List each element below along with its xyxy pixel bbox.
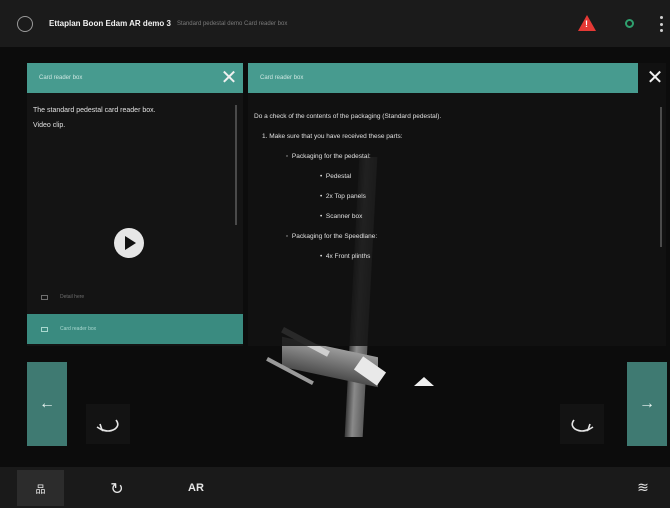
app-title: Ettaplan Boon Edam AR demo 3 xyxy=(49,19,171,28)
ar-mode-button[interactable]: AR xyxy=(181,470,211,506)
breadcrumb[interactable]: Standard pedestal demo Card reader box xyxy=(177,21,287,27)
close-video-panel-button[interactable]: ✕ xyxy=(218,66,240,88)
more-options-icon[interactable] xyxy=(660,16,664,32)
rotate-right-icon xyxy=(571,419,594,432)
bottom-toolbar: 品 ↻ AR ≋ xyxy=(0,467,670,508)
list-item-label: Card reader box xyxy=(60,326,97,332)
layers-icon[interactable]: ≋ xyxy=(628,470,658,506)
video-panel-description: The standard pedestal card reader box. V… xyxy=(27,93,243,133)
instruction-intro: Do a check of the contents of the packag… xyxy=(254,113,442,120)
video-panel: Card reader box The standard pedestal ca… xyxy=(27,63,243,346)
instruction-item: • 4x Front plinths xyxy=(320,253,371,260)
instruction-item: • Pedestal xyxy=(320,173,352,180)
rotate-left-button[interactable] xyxy=(86,404,130,444)
rotate-left-icon xyxy=(96,419,119,432)
pedestal-model-panel xyxy=(414,377,434,386)
rotate-right-button[interactable] xyxy=(560,404,604,444)
scrollbar[interactable] xyxy=(235,105,237,225)
video-icon xyxy=(41,294,48,300)
description-line: The standard pedestal card reader box. xyxy=(33,107,156,114)
video-icon xyxy=(41,326,48,332)
reset-icon[interactable]: ↻ xyxy=(102,470,132,506)
instruction-item: • Scanner box xyxy=(320,213,363,220)
description-line: Video clip. xyxy=(33,122,66,129)
play-icon[interactable] xyxy=(114,228,144,258)
warning-icon[interactable] xyxy=(578,15,596,31)
video-panel-header: Card reader box xyxy=(27,63,243,93)
list-item-label: Detail here xyxy=(60,294,85,300)
app-icon[interactable] xyxy=(17,15,33,32)
sites-icon[interactable]: 品 xyxy=(17,470,64,506)
close-instruction-panel-button[interactable]: ✕ xyxy=(644,66,666,88)
top-bar: Ettaplan Boon Edam AR demo 3 Standard pe… xyxy=(0,0,670,47)
next-step-button[interactable]: → xyxy=(627,362,667,446)
list-item[interactable]: Detail here xyxy=(27,282,243,312)
scrollbar[interactable] xyxy=(660,107,662,247)
instruction-step: 1. Make sure that you have received thes… xyxy=(262,133,403,140)
instruction-group: ◦ Packaging for the pedestal: xyxy=(286,153,371,160)
status-icon[interactable] xyxy=(625,19,634,28)
instruction-panel-header: Card reader box xyxy=(248,63,638,93)
instruction-group: ◦ Packaging for the Speedlane: xyxy=(286,233,378,240)
previous-step-button[interactable]: ← xyxy=(27,362,67,446)
list-item-active[interactable]: Card reader box xyxy=(27,314,243,344)
instruction-panel: Card reader box Do a check of the conten… xyxy=(248,63,666,346)
instruction-text: Do a check of the contents of the packag… xyxy=(254,107,441,267)
instruction-item: • 2x Top panels xyxy=(320,193,366,200)
